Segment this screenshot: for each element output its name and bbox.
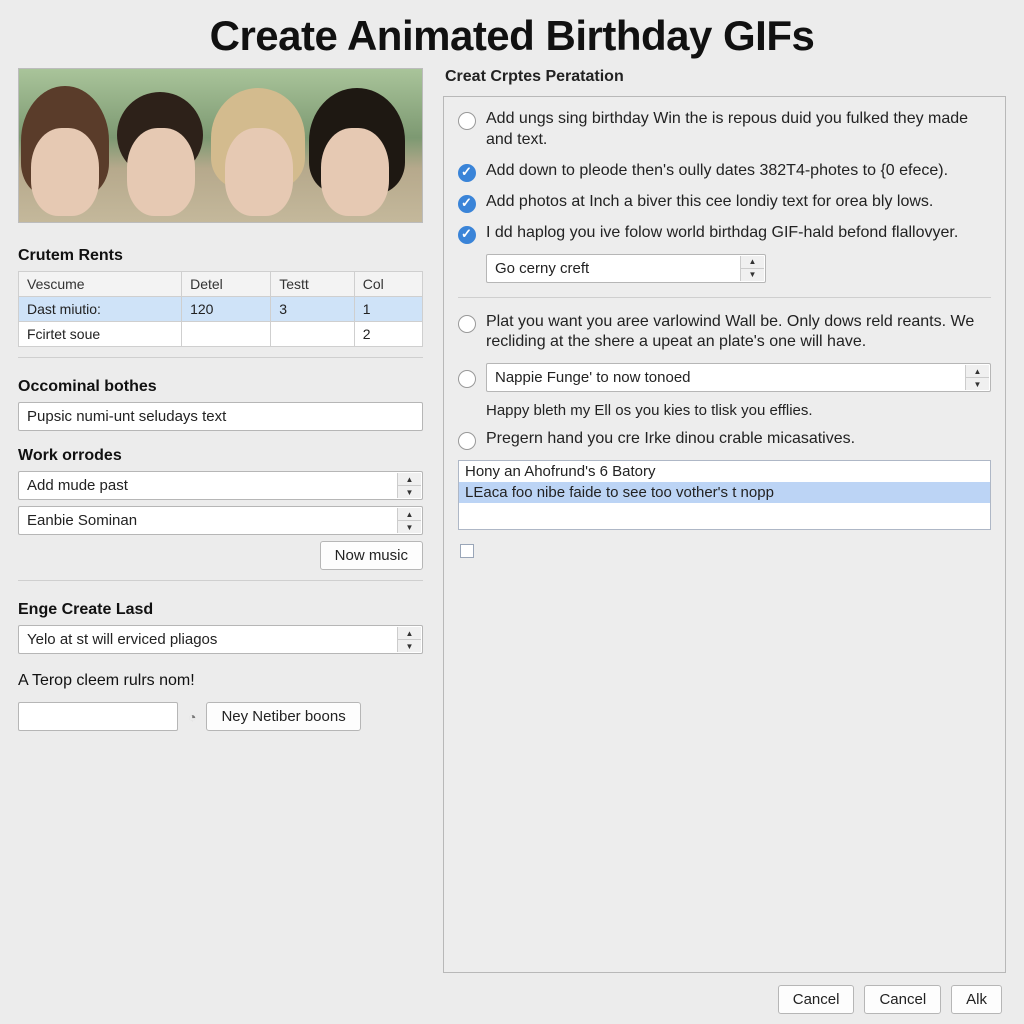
- go-cerny-combo[interactable]: ▲▼: [486, 254, 766, 283]
- radio-icon[interactable]: [458, 315, 476, 333]
- work-combo-2[interactable]: ▲▼: [18, 506, 423, 535]
- creat-crptes-title: Creat Crptes Peratation: [445, 68, 1006, 86]
- ney-netiber-button[interactable]: Ney Netiber boons: [206, 702, 360, 731]
- occominal-label: Occominal bothes: [18, 378, 423, 396]
- check-icon[interactable]: [458, 226, 476, 244]
- enge-combo[interactable]: ▲▼: [18, 625, 423, 654]
- crutem-rents-table[interactable]: Vescume Detel Testt Col Dast miutio: 120…: [18, 271, 423, 347]
- list-item[interactable]: Hony an Ahofrund's 6 Batory: [459, 461, 990, 482]
- work-combo-1[interactable]: ▲▼: [18, 471, 423, 500]
- option-text: Pregern hand you cre Irke dinou crable m…: [486, 429, 991, 450]
- now-music-button[interactable]: Now music: [320, 541, 423, 570]
- check-icon[interactable]: [458, 195, 476, 213]
- stepper-icon[interactable]: ▲▼: [397, 473, 421, 498]
- stepper-icon[interactable]: ▲▼: [740, 256, 764, 281]
- nappie-combo[interactable]: ▲▼: [486, 363, 991, 392]
- terop-input[interactable]: [18, 702, 178, 731]
- cancel-button[interactable]: Cancel: [864, 985, 941, 1014]
- left-column: Crutem Rents Vescume Detel Testt Col Das…: [18, 68, 423, 1014]
- cancel-button[interactable]: Cancel: [778, 985, 855, 1014]
- option-row[interactable]: Add photos at Inch a biver this cee lond…: [458, 192, 991, 213]
- ok-button[interactable]: Alk: [951, 985, 1002, 1014]
- option-text: Add photos at Inch a biver this cee lond…: [486, 192, 991, 213]
- col-header[interactable]: Detel: [182, 272, 271, 297]
- radio-icon[interactable]: [458, 370, 476, 388]
- right-column: Creat Crptes Peratation Add ungs sing bi…: [443, 68, 1006, 1014]
- option-row[interactable]: I dd haplog you ive folow world birthdag…: [458, 223, 991, 244]
- clock-icon: ◔: [188, 709, 196, 725]
- crutem-rents-label: Crutem Rents: [18, 247, 423, 265]
- stepper-icon[interactable]: ▲▼: [397, 508, 421, 533]
- radio-icon[interactable]: [458, 432, 476, 450]
- small-checkbox[interactable]: [460, 544, 474, 558]
- plain-text-line: Happy bleth my Ell os you kies to tlisk …: [486, 402, 991, 419]
- stepper-icon[interactable]: ▲▼: [397, 627, 421, 652]
- messages-listbox[interactable]: Hony an Ahofrund's 6 Batory LEaca foo ni…: [458, 460, 991, 530]
- option-row[interactable]: Add ungs sing birthday Win the is repous…: [458, 109, 991, 151]
- occominal-input[interactable]: [18, 402, 423, 431]
- enge-create-label: Enge Create Lasd: [18, 601, 423, 619]
- option-text: Add down to pleode then's oully dates 38…: [486, 161, 991, 182]
- stepper-icon[interactable]: ▲▼: [965, 365, 989, 390]
- col-header[interactable]: Col: [354, 272, 422, 297]
- page-title: Create Animated Birthday GIFs: [18, 12, 1006, 60]
- option-row[interactable]: Plat you want you aree varlowind Wall be…: [458, 312, 991, 354]
- table-row[interactable]: Dast miutio: 120 3 1: [19, 297, 423, 322]
- list-item[interactable]: LEaca foo nibe faide to see too vother's…: [459, 482, 990, 503]
- work-orrodes-label: Work orrodes: [18, 447, 423, 465]
- col-header[interactable]: Vescume: [19, 272, 182, 297]
- photo-preview: [18, 68, 423, 223]
- option-row[interactable]: Add down to pleode then's oully dates 38…: [458, 161, 991, 182]
- option-text: Add ungs sing birthday Win the is repous…: [486, 109, 991, 151]
- option-text: I dd haplog you ive folow world birthdag…: [486, 223, 991, 244]
- table-row[interactable]: Fcirtet soue 2: [19, 322, 423, 347]
- option-text: Plat you want you aree varlowind Wall be…: [486, 312, 991, 354]
- dialog-buttons: Cancel Cancel Alk: [443, 973, 1006, 1014]
- check-icon[interactable]: [458, 164, 476, 182]
- option-row[interactable]: Pregern hand you cre Irke dinou crable m…: [458, 429, 991, 450]
- terop-heading: A Terop cleem rulrs nom!: [18, 672, 423, 690]
- col-header[interactable]: Testt: [271, 272, 355, 297]
- creat-crptes-group: Add ungs sing birthday Win the is repous…: [443, 96, 1006, 973]
- radio-icon[interactable]: [458, 112, 476, 130]
- nappie-row: ▲▼: [458, 363, 991, 392]
